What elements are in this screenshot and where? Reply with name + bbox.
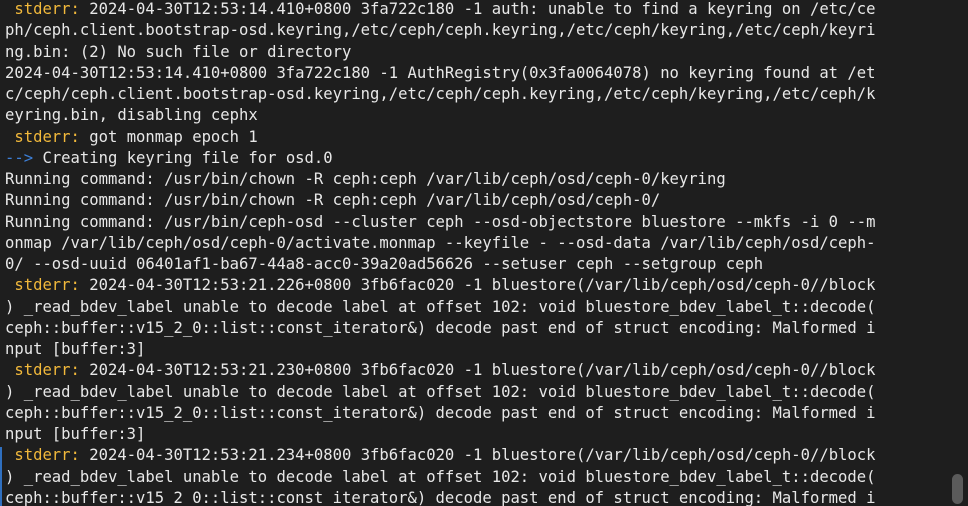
stderr-label: stderr:	[5, 0, 80, 18]
terminal-window[interactable]: stderr: 2024-04-30T12:53:14.410+0800 3fa…	[0, 0, 968, 506]
terminal-line: ) _read_bdev_label unable to decode labe…	[5, 382, 946, 403]
line-text: ) _read_bdev_label unable to decode labe…	[5, 382, 876, 401]
terminal-line: stderr: 2024-04-30T12:53:21.230+0800 3fb…	[5, 360, 946, 381]
scrollbar-thumb[interactable]	[952, 474, 963, 504]
line-text: ph/ceph.client.bootstrap-osd.keyring,/et…	[5, 21, 876, 40]
terminal-line: Running command: /usr/bin/ceph-osd --clu…	[5, 212, 946, 233]
terminal-line: ph/ceph.client.bootstrap-osd.keyring,/et…	[5, 20, 946, 41]
line-text: c/ceph/ceph.client.bootstrap-osd.keyring…	[5, 85, 876, 103]
line-text: Running command: /usr/bin/ceph-osd --clu…	[5, 212, 876, 231]
line-text: nput [buffer:3]	[5, 425, 146, 443]
line-text: eyring.bin, disabling cephx	[5, 106, 258, 125]
line-text: got monmap epoch 1	[79, 127, 258, 146]
line-text: 2024-04-30T12:53:21.226+0800 3fb6fac020 …	[79, 276, 876, 295]
terminal-line: stderr: got monmap epoch 1	[5, 127, 946, 148]
terminal-line: Running command: /usr/bin/chown -R ceph:…	[5, 169, 946, 190]
line-text: 2024-04-30T12:53:14.410+0800 3fa722c180 …	[79, 0, 876, 18]
terminal-line: ng.bin: (2) No such file or directory	[5, 42, 946, 63]
line-text: ceph::buffer::v15_2_0::list::const_itera…	[5, 488, 876, 506]
terminal-line: Running command: /usr/bin/chown -R ceph:…	[5, 190, 946, 211]
terminal-line: nput [buffer:3]	[5, 424, 946, 445]
stderr-label: stderr:	[5, 446, 80, 465]
terminal-line: ceph::buffer::v15_2_0::list::const_itera…	[5, 488, 946, 506]
line-text: ) _read_bdev_label unable to decode labe…	[5, 297, 876, 316]
terminal-line: ceph::buffer::v15_2_0::list::const_itera…	[5, 318, 946, 339]
line-text: Running command: /usr/bin/chown -R ceph:…	[5, 170, 726, 188]
line-text: ceph::buffer::v15_2_0::list::const_itera…	[5, 403, 876, 422]
stderr-label: stderr:	[5, 127, 80, 146]
terminal-line: nput [buffer:3]	[5, 339, 946, 360]
line-text: ng.bin: (2) No such file or directory	[5, 42, 352, 61]
line-text: Creating keyring file for osd.0	[33, 148, 333, 167]
selection-gutter-marker	[0, 447, 2, 506]
terminal-line: ceph::buffer::v15_2_0::list::const_itera…	[5, 403, 946, 424]
terminal-line: --> Creating keyring file for osd.0	[5, 148, 946, 169]
line-text: ceph::buffer::v15_2_0::list::const_itera…	[5, 318, 876, 337]
terminal-line: ) _read_bdev_label unable to decode labe…	[5, 297, 946, 318]
terminal-output[interactable]: stderr: 2024-04-30T12:53:14.410+0800 3fa…	[5, 0, 946, 506]
terminal-line: c/ceph/ceph.client.bootstrap-osd.keyring…	[5, 84, 946, 105]
terminal-line: stderr: 2024-04-30T12:53:14.410+0800 3fa…	[5, 0, 946, 20]
line-text: 2024-04-30T12:53:21.234+0800 3fb6fac020 …	[79, 446, 876, 465]
line-text: Running command: /usr/bin/chown -R ceph:…	[5, 191, 661, 210]
terminal-line: 2024-04-30T12:53:14.410+0800 3fa722c180 …	[5, 63, 946, 84]
line-text: 2024-04-30T12:53:21.230+0800 3fb6fac020 …	[79, 361, 876, 380]
terminal-line: stderr: 2024-04-30T12:53:21.226+0800 3fb…	[5, 275, 946, 296]
terminal-line: stderr: 2024-04-30T12:53:21.234+0800 3fb…	[5, 445, 946, 466]
stderr-label: stderr:	[5, 276, 80, 295]
line-text: 2024-04-30T12:53:14.410+0800 3fa722c180 …	[5, 63, 876, 82]
terminal-line: ) _read_bdev_label unable to decode labe…	[5, 467, 946, 488]
arrow-prompt: -->	[5, 148, 34, 167]
stderr-label: stderr:	[5, 361, 80, 380]
terminal-line: 0/ --osd-uuid 06401af1-ba67-44a8-acc0-39…	[5, 254, 946, 275]
line-text: ) _read_bdev_label unable to decode labe…	[5, 467, 876, 486]
vertical-scrollbar[interactable]	[948, 0, 968, 506]
line-text: onmap /var/lib/ceph/osd/ceph-0/activate.…	[5, 233, 876, 252]
terminal-line: eyring.bin, disabling cephx	[5, 105, 946, 126]
terminal-line: onmap /var/lib/ceph/osd/ceph-0/activate.…	[5, 233, 946, 254]
line-text: nput [buffer:3]	[5, 340, 146, 358]
line-text: 0/ --osd-uuid 06401af1-ba67-44a8-acc0-39…	[5, 255, 764, 273]
